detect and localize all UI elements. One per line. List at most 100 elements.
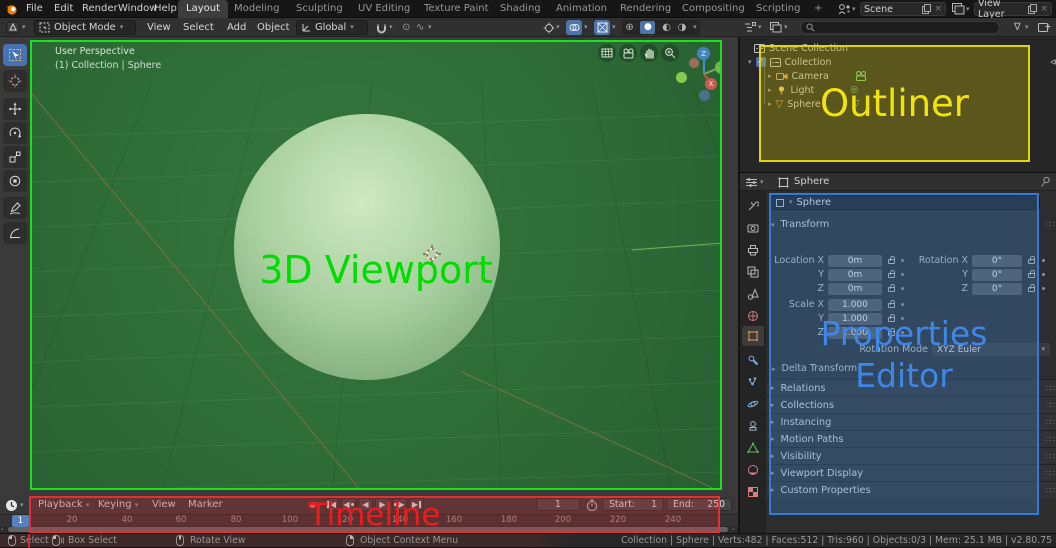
tab-texture[interactable]	[742, 482, 764, 502]
gizmo-neg-x-axis[interactable]	[689, 58, 699, 68]
scrollbar-left-arrow-icon[interactable]: ‹	[1, 525, 4, 533]
show-gizmo-icon[interactable]	[543, 22, 555, 34]
properties-editor-chevron-icon[interactable]: ▾	[760, 179, 764, 186]
tool-select-box[interactable]	[3, 44, 27, 66]
tool-rotate[interactable]	[3, 122, 27, 144]
tab-world[interactable]	[742, 306, 764, 326]
viewport-editor-chevron-icon[interactable]: ▾	[22, 24, 26, 31]
workspace-tab-shading[interactable]: Shading	[492, 0, 549, 18]
pin-icon[interactable]	[1040, 176, 1051, 188]
blender-logo-icon[interactable]	[5, 2, 19, 16]
scene-name-field[interactable]: Scene ×	[860, 2, 946, 16]
view-layer-browse-chevron-icon[interactable]: ▾	[966, 6, 970, 13]
xray-chevron-icon[interactable]: ▾	[612, 24, 616, 31]
pan-view-button[interactable]	[640, 44, 658, 62]
gizmo-neg-z-axis[interactable]	[699, 90, 710, 101]
workspace-tab-modeling[interactable]: Modeling	[226, 0, 288, 18]
viewport-menu-view[interactable]: View	[142, 18, 176, 37]
tool-cursor[interactable]	[3, 70, 27, 92]
workspace-tab-texture-paint[interactable]: Texture Paint	[416, 0, 497, 18]
viewport-scene[interactable]: User Perspective (1) Collection | Sphere…	[30, 40, 722, 490]
scrollbar-right-arrow-icon[interactable]: ›	[732, 525, 735, 533]
panel-drag-icon[interactable]: ∷∷	[1046, 220, 1054, 229]
new-collection-icon[interactable]	[1038, 21, 1051, 33]
workspace-tab-compositing[interactable]: Compositing	[674, 0, 753, 18]
tab-physics[interactable]	[742, 394, 764, 414]
timeline-editor-chevron-icon[interactable]: ▾	[20, 502, 24, 509]
viewport-menu-add[interactable]: Add	[222, 18, 251, 37]
viewport-editor-type-icon[interactable]	[6, 21, 20, 34]
camera-view-button[interactable]	[619, 44, 637, 62]
outliner-filter-chevron-icon[interactable]: ▾	[1025, 24, 1029, 31]
workspace-tab-sculpting[interactable]: Sculpting	[288, 0, 351, 18]
tab-object-data[interactable]	[742, 438, 764, 458]
outliner-display-mode-chevron-icon[interactable]: ▾	[784, 24, 788, 31]
mode-select[interactable]: Object Mode ▾	[34, 20, 136, 35]
proportional-falloff-icon[interactable]: ∿	[416, 22, 424, 33]
shading-chevron-icon[interactable]: ▾	[693, 24, 697, 31]
workspace-tab-scripting[interactable]: Scripting	[748, 0, 808, 18]
rotation-z-animate-dot[interactable]	[1042, 287, 1045, 290]
tab-view-layer[interactable]	[742, 262, 764, 282]
scene-unlink-icon[interactable]: ×	[934, 4, 942, 14]
collection-visibility-eye-icon[interactable]	[1050, 58, 1056, 66]
rotation-x-animate-dot[interactable]	[1042, 259, 1045, 262]
outliner-search-input[interactable]	[800, 21, 1000, 34]
properties-editor-type-icon[interactable]	[745, 177, 758, 188]
tab-object[interactable]	[742, 326, 764, 346]
shading-rendered-icon[interactable]: ◑	[678, 22, 687, 33]
workspace-tab-layout[interactable]: Layout	[178, 0, 228, 18]
gizmo-y-axis[interactable]: Y	[715, 61, 722, 74]
scene-name-value[interactable]: Scene	[864, 4, 919, 15]
workspace-tab-animation[interactable]: Animation	[548, 0, 615, 18]
viewport-menu-select[interactable]: Select	[178, 18, 219, 37]
scene-browse-chevron-icon[interactable]: ▾	[852, 6, 856, 13]
proportional-chevron-icon[interactable]: ▾	[428, 24, 432, 31]
add-workspace-button[interactable]: +	[806, 0, 830, 18]
tab-particles[interactable]	[742, 372, 764, 392]
snap-chevron-icon[interactable]: ▾	[389, 24, 393, 31]
panel-drag-icon[interactable]: ∷∷	[1046, 469, 1054, 478]
panel-drag-icon[interactable]: ∷∷	[1046, 418, 1054, 427]
shading-solid-icon[interactable]: ●	[640, 21, 655, 34]
tab-modifiers[interactable]	[742, 350, 764, 370]
menu-edit[interactable]: Edit	[50, 0, 77, 18]
orientation-value[interactable]: Global	[315, 22, 346, 33]
tool-measure[interactable]	[3, 222, 27, 244]
tab-constraints[interactable]	[742, 416, 764, 436]
rotation-y-animate-dot[interactable]	[1042, 273, 1045, 276]
view-layer-copy-icon[interactable]	[1028, 4, 1037, 14]
outliner-filter-icon[interactable]: ∇	[1014, 22, 1021, 33]
tool-transform[interactable]	[3, 170, 27, 192]
view-layer-value[interactable]: View Layer	[978, 0, 1025, 20]
tab-output[interactable]	[742, 240, 764, 260]
workspace-tab-rendering[interactable]: Rendering	[612, 0, 679, 18]
tab-tool[interactable]	[742, 196, 764, 216]
menu-file[interactable]: File	[22, 0, 47, 18]
scene-copy-icon[interactable]	[922, 4, 931, 14]
zoom-border-button[interactable]	[598, 44, 616, 62]
tab-scene[interactable]	[742, 284, 764, 304]
panel-drag-icon[interactable]: ∷∷	[1046, 452, 1054, 461]
proportional-edit-icon[interactable]: ⊙	[402, 22, 410, 33]
gizmo-neg-y-axis[interactable]	[676, 72, 687, 83]
panel-drag-icon[interactable]: ∷∷	[1046, 486, 1054, 495]
view-layer-field[interactable]: View Layer ×	[974, 2, 1052, 16]
view-layer-icon[interactable]	[952, 3, 965, 15]
tool-annotate[interactable]	[3, 197, 27, 219]
workspace-tab-uv-editing[interactable]: UV Editing	[350, 0, 418, 18]
menu-help[interactable]: Help	[150, 0, 181, 18]
gizmo-chevron-icon[interactable]: ▾	[556, 24, 560, 31]
overlays-chevron-icon[interactable]: ▾	[584, 24, 588, 31]
gizmo-x-axis[interactable]: X	[705, 78, 717, 90]
xray-toggle[interactable]	[594, 20, 610, 35]
show-overlays-toggle[interactable]	[566, 20, 582, 35]
view-layer-remove-icon[interactable]: ×	[1040, 4, 1048, 14]
tool-move[interactable]	[3, 98, 27, 120]
collection-expand-icon[interactable]: ▾	[748, 58, 752, 66]
outliner-display-mode-icon[interactable]	[770, 22, 782, 33]
panel-drag-icon[interactable]: ∷∷	[1046, 401, 1054, 410]
playhead-marker[interactable]: 1	[12, 515, 29, 527]
tab-render[interactable]	[742, 218, 764, 238]
outliner-editor-chevron-icon[interactable]: ▾	[758, 24, 762, 31]
